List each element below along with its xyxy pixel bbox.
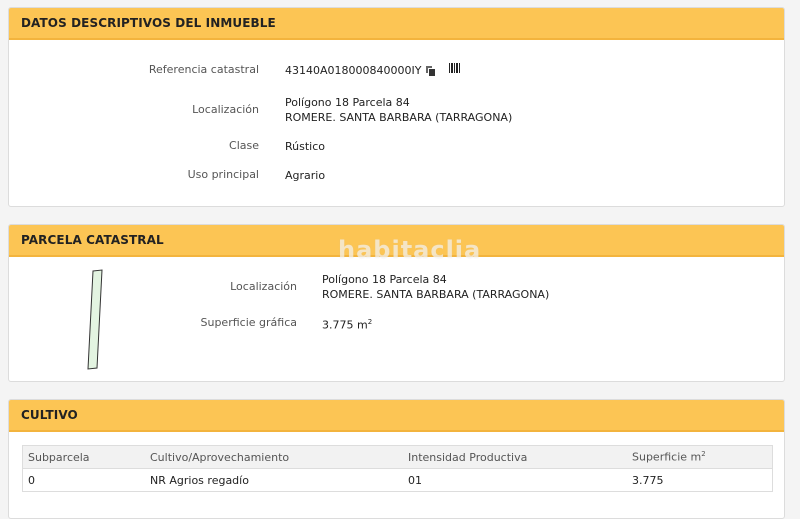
col-cultivo: Cultivo/Aprovechamiento [145,445,403,469]
parcela-catastral-title: PARCELA CATASTRAL [9,225,784,257]
superficie-grafica-label: Superficie gráfica [200,316,298,329]
col-subparcela: Subparcela [22,445,145,469]
cell-subparcela: 0 [22,468,145,492]
parcela-localizacion-label: Localización [230,280,297,293]
referencia-catastral-value: 43140A018000840000IY [285,64,422,77]
localizacion-label: Localización [192,103,259,116]
localizacion-line1: Polígono 18 Parcela 84 [285,96,410,109]
table-row: 0 NR Agrios regadío 01 3.775 [22,468,773,492]
referencia-catastral-label: Referencia catastral [148,63,259,76]
cell-superficie: 3.775 [627,468,773,492]
barcode-icon[interactable] [449,63,462,73]
clase-label: Clase [229,139,259,152]
parcela-catastral-panel: PARCELA CATASTRAL Localización Polígono … [8,224,785,382]
superficie-grafica-value-row: 3.775 m2 [322,315,372,333]
clase-value: Rústico [285,140,325,153]
superficie-grafica-exponent: 2 [367,318,373,326]
col-superficie-exponent: 2 [701,450,706,459]
cultivo-table-header: Subparcela Cultivo/Aprovechamiento Inten… [22,445,773,469]
parcela-localizacion-value: Polígono 18 Parcela 84 ROMERE. SANTA BAR… [322,272,549,302]
cultivo-panel: CULTIVO Subparcela Cultivo/Aprovechamien… [8,399,785,519]
superficie-grafica-value: 3.775 m [322,318,368,332]
cultivo-table: Subparcela Cultivo/Aprovechamiento Inten… [22,445,773,492]
col-superficie: Superficie m2 [627,445,773,469]
datos-descriptivos-title: DATOS DESCRIPTIVOS DEL INMUEBLE [9,8,784,40]
copy-icon[interactable] [425,65,437,77]
uso-principal-value: Agrario [285,169,326,182]
cell-intensidad: 01 [403,468,627,492]
referencia-catastral-value-row: 43140A018000840000IY [285,63,462,78]
localizacion-value: Polígono 18 Parcela 84 ROMERE. SANTA BAR… [285,95,512,125]
uso-principal-label: Uso principal [187,168,259,181]
cell-cultivo: NR Agrios regadío [145,468,403,492]
parcela-localizacion-line1: Polígono 18 Parcela 84 [322,273,447,286]
col-superficie-label: Superficie m [632,450,702,464]
datos-descriptivos-panel: DATOS DESCRIPTIVOS DEL INMUEBLE Referenc… [8,7,785,207]
localizacion-line2: ROMERE. SANTA BARBARA (TARRAGONA) [285,111,513,124]
col-intensidad: Intensidad Productiva [403,445,627,469]
cultivo-title: CULTIVO [9,400,784,432]
parcela-localizacion-line2: ROMERE. SANTA BARBARA (TARRAGONA) [322,288,550,301]
